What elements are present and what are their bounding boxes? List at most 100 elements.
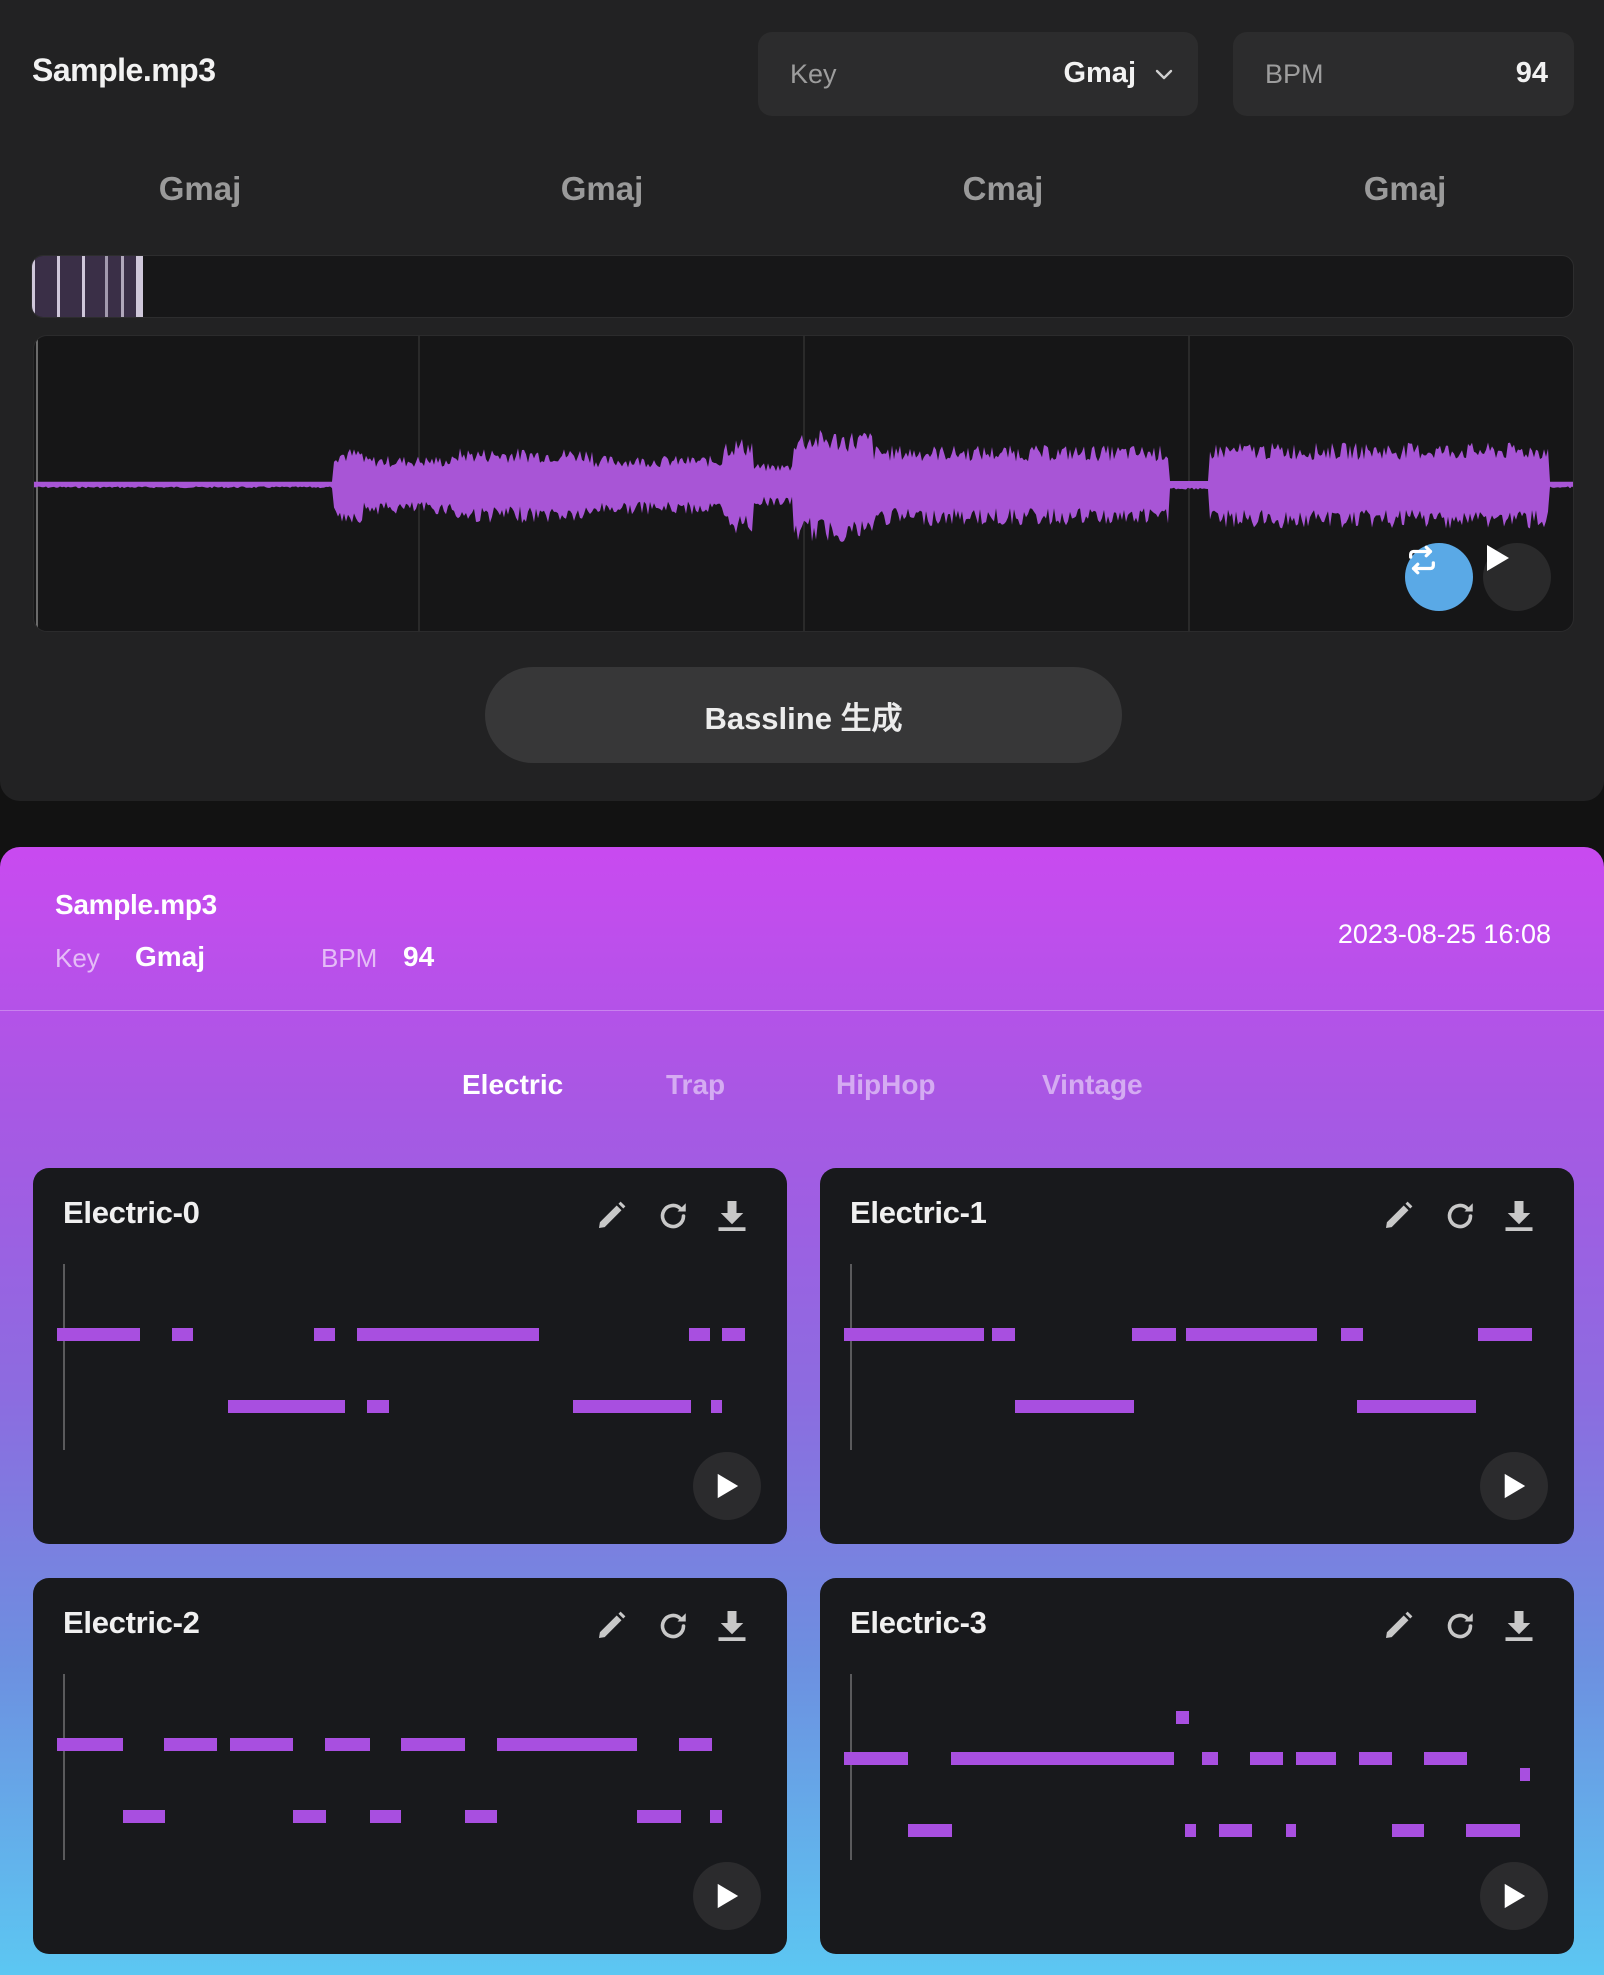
note-block[interactable] <box>1015 1400 1134 1413</box>
note-block[interactable] <box>908 1824 952 1837</box>
note-block[interactable] <box>57 1738 123 1751</box>
note-block[interactable] <box>1296 1752 1336 1765</box>
note-block[interactable] <box>228 1400 345 1413</box>
bassline-card: Electric-1 <box>820 1168 1574 1544</box>
play-icon <box>1504 1883 1526 1909</box>
loop-button[interactable] <box>1405 543 1473 611</box>
note-block[interactable] <box>401 1738 465 1751</box>
key-value: Gmaj <box>1063 57 1136 89</box>
minimap-viewport-handle[interactable] <box>32 256 143 317</box>
note-block[interactable] <box>1250 1752 1283 1765</box>
note-block[interactable] <box>357 1328 539 1341</box>
key-select[interactable]: Key Gmaj <box>758 32 1198 116</box>
note-block[interactable] <box>1466 1824 1520 1837</box>
waveform-view[interactable] <box>33 335 1574 632</box>
note-block[interactable] <box>992 1328 1015 1341</box>
note-block[interactable] <box>844 1752 908 1765</box>
regenerate-icon[interactable] <box>655 1608 691 1644</box>
note-block[interactable] <box>1186 1328 1317 1341</box>
download-icon[interactable] <box>1501 1608 1537 1644</box>
note-block[interactable] <box>1219 1824 1252 1837</box>
download-icon[interactable] <box>714 1198 750 1234</box>
note-block[interactable] <box>951 1752 1174 1765</box>
note-block[interactable] <box>637 1810 681 1823</box>
play-button[interactable] <box>1483 543 1551 611</box>
result-datetime: 2023-08-25 16:08 <box>1337 919 1551 949</box>
play-button[interactable] <box>1480 1862 1548 1930</box>
generate-bassline-button[interactable]: Bassline 生成 <box>485 667 1122 763</box>
note-block[interactable] <box>844 1328 984 1341</box>
play-button[interactable] <box>693 1862 761 1930</box>
note-block[interactable] <box>573 1400 691 1413</box>
note-block[interactable] <box>1132 1328 1176 1341</box>
tab-vintage[interactable]: Vintage <box>1042 1069 1143 1101</box>
tab-hiphop[interactable]: HipHop <box>836 1069 936 1101</box>
note-block[interactable] <box>1286 1824 1296 1837</box>
note-block[interactable] <box>1520 1768 1530 1781</box>
note-block[interactable] <box>293 1810 326 1823</box>
note-block[interactable] <box>497 1738 637 1751</box>
timeline-minimap[interactable] <box>31 255 1574 318</box>
note-block[interactable] <box>370 1810 401 1823</box>
download-icon[interactable] <box>714 1608 750 1644</box>
result-bpm-label: BPM <box>321 943 378 973</box>
chord-label: Gmaj <box>158 170 242 207</box>
note-block[interactable] <box>1392 1824 1424 1837</box>
tab-electric[interactable]: Electric <box>462 1069 563 1101</box>
pencil-icon[interactable] <box>593 1198 629 1234</box>
note-block[interactable] <box>1176 1711 1189 1724</box>
tab-trap[interactable]: Trap <box>666 1069 725 1101</box>
pencil-icon[interactable] <box>593 1608 629 1644</box>
note-block[interactable] <box>172 1328 193 1341</box>
note-block[interactable] <box>679 1738 712 1751</box>
result-key-label: Key <box>55 943 100 973</box>
key-label: Key <box>790 59 837 89</box>
play-button[interactable] <box>1480 1452 1548 1520</box>
regenerate-icon[interactable] <box>1442 1608 1478 1644</box>
note-block[interactable] <box>722 1328 745 1341</box>
note-block[interactable] <box>689 1328 710 1341</box>
note-block[interactable] <box>1478 1328 1532 1341</box>
note-block[interactable] <box>711 1400 722 1413</box>
note-block[interactable] <box>367 1400 389 1413</box>
audio-panel: Sample.mp3 Key Gmaj BPM 94 Gmaj Gmaj Cma… <box>0 0 1604 801</box>
note-block[interactable] <box>1357 1400 1476 1413</box>
play-button[interactable] <box>693 1452 761 1520</box>
bpm-value: 94 <box>1515 57 1548 89</box>
play-icon <box>717 1883 739 1909</box>
chord-label: Cmaj <box>962 170 1044 207</box>
note-block[interactable] <box>465 1810 497 1823</box>
pencil-icon[interactable] <box>1380 1198 1416 1234</box>
chord-label: Gmaj <box>1363 170 1447 207</box>
card-title: Electric-0 <box>63 1195 200 1230</box>
pencil-icon[interactable] <box>1380 1608 1416 1644</box>
bassline-card: Electric-0 <box>33 1168 787 1544</box>
download-icon[interactable] <box>1501 1198 1537 1234</box>
note-block[interactable] <box>1202 1752 1218 1765</box>
card-title: Electric-1 <box>850 1195 987 1230</box>
play-icon <box>1504 1473 1526 1499</box>
note-block[interactable] <box>57 1328 140 1341</box>
note-block[interactable] <box>1424 1752 1467 1765</box>
loop-icon <box>1409 545 1435 575</box>
result-bpm-value: 94 <box>403 941 435 972</box>
waveform <box>34 336 1573 631</box>
card-title: Electric-2 <box>63 1605 200 1640</box>
note-block[interactable] <box>1341 1328 1363 1341</box>
note-block[interactable] <box>325 1738 370 1751</box>
bpm-field[interactable]: BPM 94 <box>1233 32 1574 116</box>
chevron-down-icon <box>1155 69 1173 80</box>
regenerate-icon[interactable] <box>655 1198 691 1234</box>
bassline-card: Electric-3 <box>820 1578 1574 1954</box>
play-icon <box>1487 545 1509 571</box>
regenerate-icon[interactable] <box>1442 1198 1478 1234</box>
note-block[interactable] <box>230 1738 293 1751</box>
chord-label: Gmaj <box>560 170 644 207</box>
note-block[interactable] <box>1359 1752 1392 1765</box>
note-block[interactable] <box>123 1810 165 1823</box>
note-block[interactable] <box>1185 1824 1196 1837</box>
note-block[interactable] <box>710 1810 722 1823</box>
results-panel: Sample.mp3 Key Gmaj BPM 94 2023-08-25 16… <box>0 847 1604 1975</box>
note-block[interactable] <box>314 1328 335 1341</box>
note-block[interactable] <box>164 1738 217 1751</box>
